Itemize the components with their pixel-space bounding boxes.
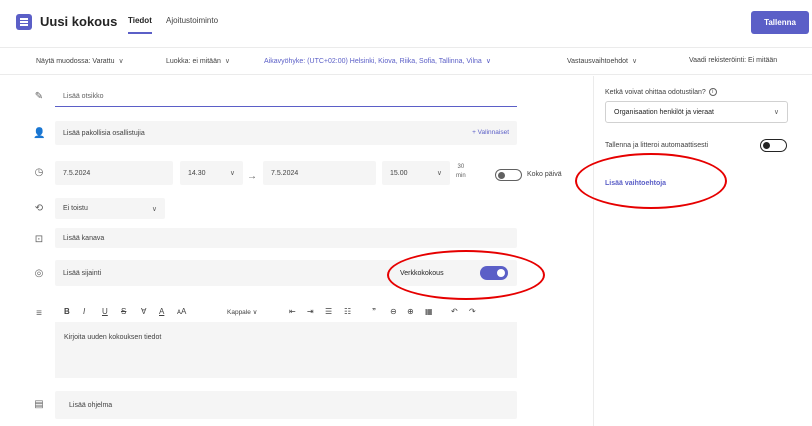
calendar-icon (16, 14, 32, 30)
paragraph-style-select[interactable]: Kappale ∨ (227, 308, 257, 316)
channel-icon: ⊡ (34, 234, 44, 245)
quote-icon[interactable]: ” (372, 307, 376, 316)
bullet-list-icon[interactable]: ☰ (325, 307, 332, 316)
clock-icon: ◷ (34, 167, 44, 178)
category-label: Luokka: ei mitään (166, 58, 221, 65)
repeat-select[interactable]: Ei toistu ∨ (55, 198, 165, 219)
agenda-input[interactable]: Lisää ohjelma (55, 391, 517, 419)
location-icon: ◎ (34, 268, 44, 279)
timezone-label: Aikavyöhyke: (UTC+02:00) Helsinki, Kiova… (264, 58, 482, 65)
numbered-list-icon[interactable]: ☷ (344, 307, 351, 316)
chevron-down-icon: ∨ (436, 170, 442, 177)
timezone-dropdown[interactable]: Aikavyöhyke: (UTC+02:00) Helsinki, Kiova… (264, 57, 491, 65)
app-header: Uusi kokous Tiedot Ajoitustoiminto Talle… (0, 0, 812, 46)
underline-icon[interactable]: U (102, 307, 108, 316)
category-dropdown[interactable]: Luokka: ei mitään ∨ (166, 57, 230, 65)
end-time-select[interactable]: 15.00 ∨ (382, 161, 450, 185)
agenda-placeholder: Lisää ohjelma (69, 401, 113, 409)
bold-icon[interactable]: B (64, 307, 70, 316)
all-day-label: Koko päivä (527, 171, 562, 178)
options-bar: Näytä muodossa: Varattu ∨ Luokka: ei mitä… (0, 47, 812, 75)
optional-attendees-link[interactable]: + Valinnaiset (472, 129, 509, 136)
show-as-dropdown[interactable]: Näytä muodossa: Varattu ∨ (36, 57, 124, 65)
chevron-down-icon: ∨ (773, 109, 779, 116)
start-date-value: 7.5.2024 (63, 169, 91, 177)
chevron-down-icon: ∨ (118, 58, 124, 65)
link-icon[interactable]: ⊖ (390, 307, 397, 316)
font-color-icon[interactable]: A (159, 307, 164, 316)
duration-value: 30 (457, 164, 465, 170)
more-options-link[interactable]: Lisää vaihtoehtoja (605, 180, 666, 187)
font-size-icon[interactable]: ᴀA (177, 307, 186, 316)
lobby-label: Ketkä voivat ohittaa odotustilan? i (605, 88, 717, 96)
page-title: Uusi kokous (40, 14, 118, 29)
attendees-placeholder: Lisää pakollisia osallistujia (63, 129, 145, 137)
add-person-icon: 👤 (33, 128, 46, 139)
title-input[interactable]: Lisää otsikko (55, 86, 517, 107)
location-placeholder: Lisää sijainti (63, 269, 102, 277)
all-day-toggle[interactable] (495, 169, 522, 181)
repeat-icon: ⟲ (34, 203, 44, 214)
registration-dropdown[interactable]: Vaadi rekisteröinti: Ei mitään (689, 57, 777, 64)
response-options-label: Vastausvaihtoehdot (567, 58, 628, 65)
attendees-input[interactable]: Lisää pakollisia osallistujia + Valinnai… (55, 121, 517, 145)
save-button[interactable]: Tallenna (751, 11, 809, 34)
online-meeting-label: Verkkokokous (400, 270, 444, 277)
arrow-right-icon: → (247, 171, 257, 182)
title-placeholder: Lisää otsikko (63, 92, 104, 100)
chevron-down-icon: ∨ (151, 205, 157, 213)
channel-input[interactable]: Lisää kanava (55, 228, 517, 248)
show-as-label: Näytä muodossa: Varattu (36, 58, 115, 65)
undo-icon[interactable]: ↶ (451, 307, 458, 316)
start-time-value: 14.30 (188, 169, 206, 177)
lobby-select[interactable]: Organisaation henkilöt ja vieraat ∨ (605, 101, 788, 123)
end-date-value: 7.5.2024 (271, 169, 299, 177)
start-time-select[interactable]: 14.30 ∨ (180, 161, 243, 185)
online-meeting-toggle[interactable] (480, 266, 508, 280)
meeting-details-editor[interactable]: Kirjoita uuden kokouksen tiedot (55, 322, 517, 378)
channel-placeholder: Lisää kanava (63, 234, 105, 242)
chevron-down-icon: ∨ (229, 170, 235, 177)
duration-display: 30 min (456, 163, 466, 181)
details-placeholder: Kirjoita uuden kokouksen tiedot (64, 334, 162, 341)
chevron-down-icon: ∨ (224, 58, 230, 65)
response-options-dropdown[interactable]: Vastausvaihtoehdot ∨ (567, 57, 637, 65)
indent-icon[interactable]: ⇥ (307, 307, 314, 316)
tab-tiedot[interactable]: Tiedot (128, 16, 152, 34)
italic-icon[interactable]: I (83, 307, 85, 316)
highlight-icon[interactable]: ∀ (141, 307, 146, 316)
formatting-toolbar: B I U S ∀ A ᴀA Kappale ∨ ⇤ ⇥ ☰ ☷ ” ⊖ ⊕ ▦… (55, 302, 517, 322)
text-format-icon: ≡ (36, 308, 42, 319)
chevron-down-icon: ∨ (485, 58, 491, 65)
table-icon[interactable]: ▦ (425, 307, 433, 316)
location-input[interactable]: Lisää sijainti (55, 260, 517, 286)
record-label: Tallenna ja litteroi automaattisesti (605, 142, 709, 149)
chevron-down-icon: ∨ (631, 58, 638, 65)
paragraph-style-label: Kappale (227, 309, 251, 316)
document-icon: ▤ (34, 399, 44, 410)
strikethrough-icon[interactable]: S (121, 307, 126, 316)
end-time-value: 15.00 (390, 169, 408, 177)
info-icon[interactable]: i (708, 88, 717, 96)
redo-icon[interactable]: ↷ (469, 307, 476, 316)
registration-label: Vaadi rekisteröinti: Ei mitään (689, 57, 778, 64)
start-date-input[interactable]: 7.5.2024 (55, 161, 173, 185)
duration-unit: min (456, 173, 466, 179)
panel-divider (593, 76, 594, 426)
record-toggle[interactable] (760, 139, 787, 152)
lobby-label-text: Ketkä voivat ohittaa odotustilan? (605, 88, 706, 96)
lobby-value: Organisaation henkilöt ja vieraat (614, 108, 715, 116)
outdent-icon[interactable]: ⇤ (289, 307, 296, 316)
end-date-input[interactable]: 7.5.2024 (263, 161, 376, 185)
pencil-icon: ✎ (34, 91, 44, 102)
tab-ajoitustoiminto[interactable]: Ajoitustoiminto (166, 16, 218, 25)
repeat-value: Ei toistu (63, 205, 88, 212)
insert-icon[interactable]: ⊕ (407, 307, 414, 316)
